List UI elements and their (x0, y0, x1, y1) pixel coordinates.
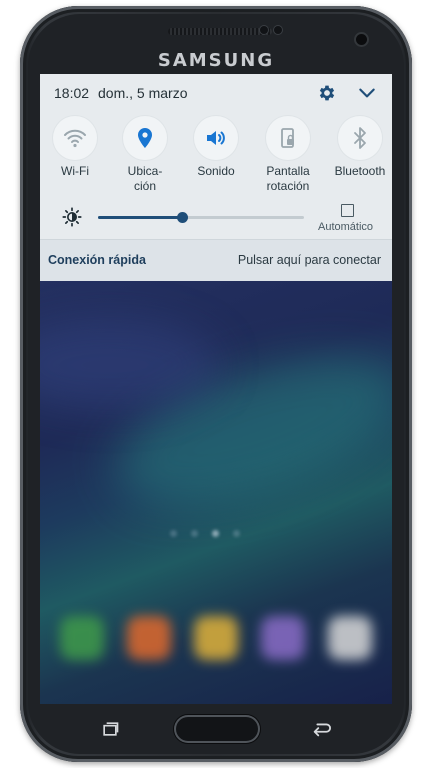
brightness-slider[interactable] (98, 212, 304, 223)
page-indicator (170, 530, 240, 537)
toggle-label: Bluetooth (334, 164, 386, 178)
brightness-fill (98, 216, 183, 219)
toggle-label: Ubica- ción (127, 164, 163, 193)
auto-brightness-checkbox[interactable] (341, 204, 354, 217)
apps-app-icon (328, 616, 372, 660)
panel-header: 18:02 dom., 5 marzo (40, 74, 392, 110)
proximity-sensor (260, 26, 268, 34)
messages-app-icon (194, 616, 238, 660)
location-icon (123, 116, 167, 160)
chevron-down-icon[interactable] (357, 83, 377, 103)
light-sensor (274, 26, 282, 34)
gear-icon[interactable] (317, 83, 337, 103)
recent-apps-icon[interactable] (100, 719, 120, 739)
auto-brightness-label: Automático (318, 221, 374, 233)
quick-connect-title: Conexión rápida (48, 253, 146, 267)
toggle-screen-rotation[interactable]: Pantalla rotación (252, 116, 324, 194)
app-dock (60, 616, 372, 660)
toggle-label: Pantalla rotación (266, 164, 310, 193)
brightness-row: Automático (40, 200, 392, 236)
earpiece-speaker (168, 28, 272, 35)
quick-connect-bar[interactable]: Conexión rápida Pulsar aquí para conecta… (40, 239, 392, 281)
phone-app-icon (60, 616, 104, 660)
date: dom., 5 marzo (98, 85, 188, 101)
toggle-wifi[interactable]: Wi-Fi (40, 116, 111, 179)
home-wallpaper (40, 280, 392, 704)
screen: 18:02 dom., 5 marzo Wi-Fi Ubica- ción So… (40, 74, 392, 704)
brightness-thumb[interactable] (177, 212, 189, 223)
quick-toggles: Wi-Fi Ubica- ción Sonido Pantalla rotaci… (40, 116, 392, 198)
screen-rotation-icon (266, 116, 310, 160)
home-button[interactable] (174, 715, 260, 743)
wifi-icon (53, 116, 97, 160)
back-icon[interactable] (310, 719, 332, 739)
toggle-label: Sonido (197, 164, 235, 178)
brand-logo: SAMSUNG (157, 50, 275, 71)
notification-panel: 18:02 dom., 5 marzo Wi-Fi Ubica- ción So… (40, 74, 392, 239)
internet-app-icon (261, 616, 305, 660)
sound-icon (194, 116, 238, 160)
brightness-icon (62, 207, 82, 227)
quick-connect-action[interactable]: Pulsar aquí para conectar (238, 253, 381, 267)
front-camera (356, 34, 367, 45)
contacts-app-icon (127, 616, 171, 660)
toggle-location[interactable]: Ubica- ción (109, 116, 181, 194)
bluetooth-icon (338, 116, 382, 160)
toggle-label: Wi-Fi (61, 164, 89, 178)
clock: 18:02 (54, 85, 90, 101)
toggle-sound[interactable]: Sonido (180, 116, 252, 179)
toggle-bluetooth[interactable]: Bluetooth (324, 116, 392, 179)
